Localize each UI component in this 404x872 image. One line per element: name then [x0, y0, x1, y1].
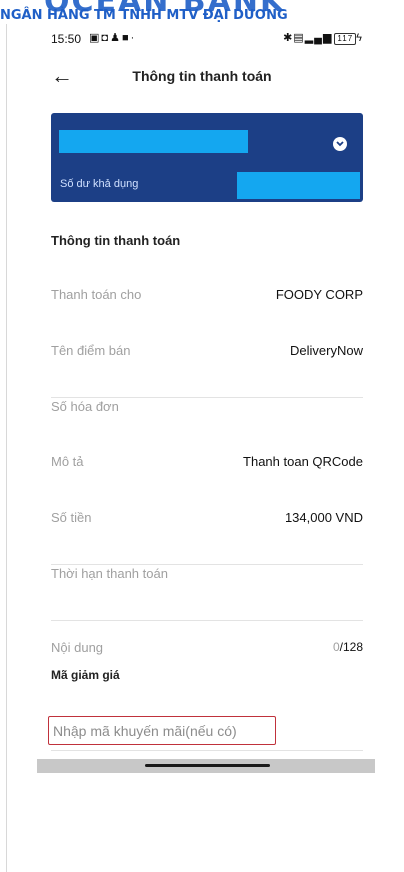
amount-row: Số tiền 134,000 VND	[51, 510, 363, 565]
balance-label: Số dư khả dụng	[60, 178, 139, 190]
due-date-row: Thời hạn thanh toán	[51, 566, 363, 621]
status-bar: 15:50 ▣◘♟■· ✱▤▂▄▆ 117 ϟ	[51, 30, 363, 50]
bank-watermark: OCEAN BANK NGÂN HÀNG TM TNHH MTV ĐẠI DƯƠ…	[0, 0, 404, 24]
char-counter: 0/128	[333, 640, 363, 654]
merchant-label: Tên điểm bán	[51, 343, 131, 358]
promo-code-input[interactable]	[48, 716, 276, 745]
content-field[interactable]: Nội dung 0/128	[51, 640, 363, 658]
balance-redaction	[237, 172, 360, 199]
chevron-down-icon[interactable]	[333, 137, 347, 151]
dot-icon: ·	[130, 32, 137, 44]
signal-icon: ▂▄▆	[304, 32, 333, 44]
nfc-icon: ▤	[293, 32, 305, 44]
promo-divider	[51, 750, 363, 751]
gesture-nav-bar	[37, 759, 375, 773]
frame-border	[6, 24, 7, 872]
content-label: Nội dung	[51, 640, 104, 655]
page-title: Thông tin thanh toán	[132, 68, 272, 84]
char-count-current: 0	[332, 640, 340, 654]
watermark-subtitle: NGÂN HÀNG TM TNHH MTV ĐẠI DƯƠNG	[0, 8, 288, 23]
char-count-max: /128	[339, 640, 363, 654]
payee-label: Thanh toán cho	[51, 287, 142, 302]
battery-icon: 117	[334, 33, 357, 45]
charging-icon: ϟ	[356, 32, 363, 44]
divider	[51, 397, 363, 398]
home-indicator[interactable]	[145, 764, 270, 767]
discount-title: Mã giảm giá	[51, 668, 120, 682]
due-date-label: Thời hạn thanh toán	[51, 566, 168, 581]
notification-icons: ▣◘♟■·	[89, 31, 136, 44]
payee-row: Thanh toán cho FOODY CORP	[51, 287, 363, 342]
invoice-label: Số hóa đơn	[51, 399, 119, 414]
amount-label: Số tiền	[51, 510, 92, 525]
invoice-row: Số hóa đơn	[51, 399, 363, 454]
payee-value: FOODY CORP	[275, 287, 363, 302]
app-header: ← Thông tin thanh toán	[0, 62, 404, 92]
divider	[51, 564, 363, 565]
system-icons: ✱▤▂▄▆ 117 ϟ	[283, 31, 363, 45]
section-title-payment-info: Thông tin thanh toán	[51, 233, 181, 248]
merchant-row: Tên điểm bán DeliveryNow	[51, 343, 363, 398]
description-value: Thanh toan QRCode	[243, 454, 363, 469]
description-label: Mô tả	[51, 454, 84, 469]
divider	[51, 620, 363, 621]
account-card[interactable]: Số dư khả dụng	[51, 113, 363, 202]
amount-value: 134,000 VND	[284, 510, 363, 525]
merchant-value: DeliveryNow	[290, 343, 363, 358]
gallery-icon: ▣	[89, 32, 102, 44]
account-name-redaction	[59, 130, 248, 153]
description-row: Mô tả Thanh toan QRCode	[51, 454, 363, 509]
message-icon: ■	[121, 32, 131, 44]
status-time: 15:50	[51, 32, 82, 46]
bluetooth-icon: ✱	[283, 32, 294, 44]
bag-icon: ◘	[101, 32, 111, 44]
person-icon: ♟	[110, 32, 122, 44]
